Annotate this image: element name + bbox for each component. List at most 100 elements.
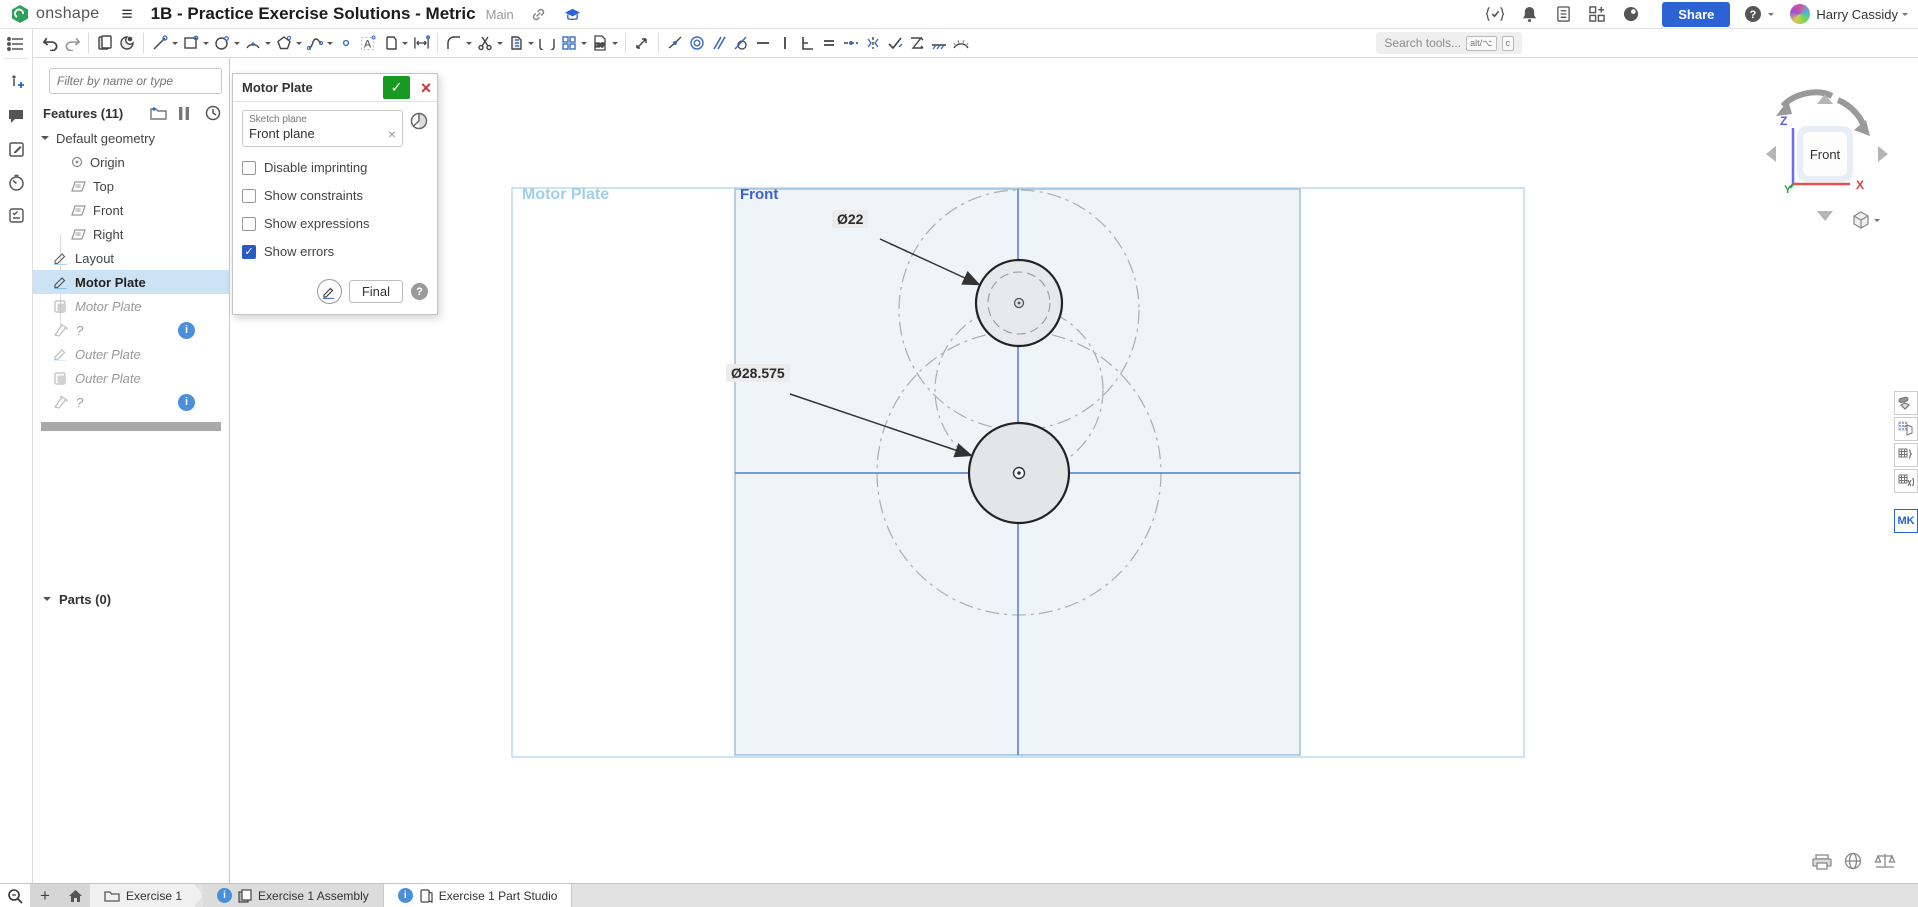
copy-link-icon[interactable] [528, 3, 550, 25]
dimension-22[interactable]: Ø22 [832, 210, 868, 228]
isometric-view-button[interactable] [1851, 210, 1880, 230]
graphics-area[interactable]: Motor Plate Front Ø22 Ø28.575 Front [230, 58, 1918, 883]
release-notes-icon[interactable] [1552, 3, 1574, 25]
constraint-parallel[interactable] [708, 31, 730, 55]
constraint-fix[interactable] [928, 31, 950, 55]
history-timer-icon[interactable] [4, 170, 28, 194]
mk-tool-icon[interactable]: MK [1894, 509, 1918, 533]
tree-item-top-plane[interactable]: Top [33, 174, 229, 198]
selection-filter-icon[interactable] [410, 112, 428, 135]
comments-icon[interactable] [4, 104, 28, 128]
checkbox-show-expressions[interactable]: Show expressions [242, 216, 428, 231]
learning-center-icon[interactable] [562, 3, 584, 25]
spline-tool[interactable] [304, 31, 326, 55]
main-menu-icon[interactable]: ≡ [122, 5, 133, 24]
fillet-tool-caret[interactable] [466, 42, 472, 48]
checkbox-icon[interactable] [242, 189, 256, 203]
constraint-horizontal[interactable] [752, 31, 774, 55]
sketch-mode-button[interactable] [317, 279, 342, 304]
tree-item-origin[interactable]: Origin [33, 150, 229, 174]
fillet-tool[interactable] [443, 31, 465, 55]
create-folder-icon[interactable] [150, 106, 167, 120]
constraint-curvature[interactable] [950, 31, 972, 55]
dimension-28575[interactable]: Ø28.575 [726, 364, 790, 382]
tree-group-default-geometry[interactable]: Default geometry [33, 126, 229, 150]
rotate-down-arrow[interactable] [1817, 211, 1833, 229]
polygon-tool[interactable] [273, 31, 295, 55]
tree-item-outer-plate-sketch[interactable]: Outer Plate [33, 342, 229, 366]
grid-cube-braces-tool-icon[interactable] [1894, 443, 1918, 467]
trim-tool-caret[interactable] [497, 42, 503, 48]
final-button[interactable]: Final [349, 280, 403, 303]
rotate-left-step-arrow[interactable] [1758, 146, 1776, 162]
constraint-perpendicular[interactable] [796, 31, 818, 55]
cancel-x-button[interactable]: × [415, 76, 437, 99]
rotate-up-arrow[interactable] [1817, 86, 1833, 104]
undo-button[interactable] [39, 31, 61, 55]
tree-item-layout-sketch[interactable]: Layout [33, 246, 229, 270]
rectangle-tool-caret[interactable] [203, 42, 209, 48]
spline-tool-caret[interactable] [327, 42, 333, 48]
point-tool[interactable] [335, 31, 357, 55]
constraint-equal[interactable] [818, 31, 840, 55]
help-icon[interactable]: ? [1744, 5, 1762, 23]
home-tab-icon[interactable] [60, 884, 90, 907]
globe-tool-icon[interactable] [1844, 852, 1862, 875]
offset-tool[interactable] [505, 31, 527, 55]
import-dxf-tool[interactable]: DXF [589, 31, 611, 55]
sketch-region-label[interactable]: Motor Plate [522, 186, 609, 204]
checkbox-icon[interactable]: ✓ [242, 245, 256, 259]
rotate-right-arrow[interactable] [1838, 100, 1864, 128]
tree-item-motor-plate-extrude[interactable]: Motor Plate [33, 294, 229, 318]
search-tabs-icon[interactable] [0, 884, 30, 907]
confirm-checkmark-button[interactable]: ✓ [383, 76, 410, 99]
checkbox-show-errors[interactable]: ✓ Show errors [242, 244, 428, 259]
constraint-pierce[interactable] [884, 31, 906, 55]
tree-item-unknown-feature-2[interactable]: ? i [33, 390, 229, 414]
constraint-coincident[interactable] [664, 31, 686, 55]
print-tool-icon[interactable] [1812, 854, 1832, 875]
use-project-tool[interactable] [94, 31, 116, 55]
dialog-help-icon[interactable]: ? [411, 283, 428, 300]
constraint-vertical[interactable] [774, 31, 796, 55]
transform-tool[interactable] [631, 31, 653, 55]
user-avatar[interactable] [1790, 4, 1810, 24]
mass-properties-scale-icon[interactable] [1874, 852, 1896, 875]
update-info-badge[interactable]: i [178, 322, 195, 339]
add-tab-button[interactable]: + [30, 884, 60, 907]
tab-exercise-1-assembly[interactable]: i Exercise 1 Assembly [203, 884, 384, 907]
checkbox-show-constraints[interactable]: Show constraints [242, 188, 428, 203]
parts-header[interactable]: Parts (0) [33, 586, 119, 613]
constraint-concentric[interactable] [686, 31, 708, 55]
user-name[interactable]: Harry Cassidy [1816, 7, 1898, 22]
document-outline-icon[interactable] [4, 35, 28, 59]
grid-cube-tool-icon[interactable] [1894, 417, 1918, 441]
insert-item-icon[interactable] [4, 71, 28, 95]
tree-item-unknown-feature-1[interactable]: ? i [33, 318, 229, 342]
featurescript-icon[interactable] [1484, 3, 1506, 25]
text-tool[interactable]: A [357, 31, 379, 55]
tree-item-front-plane[interactable]: Front [33, 198, 229, 222]
tree-item-right-plane[interactable]: Right [33, 222, 229, 246]
offset-tool-caret[interactable] [528, 42, 534, 48]
constraint-symmetric[interactable] [862, 31, 884, 55]
checkbox-disable-imprinting[interactable]: Disable imprinting [242, 160, 428, 175]
pattern-tool-caret[interactable] [581, 42, 587, 48]
line-tool-caret[interactable] [172, 42, 178, 48]
regeneration-clock-icon[interactable] [205, 105, 221, 121]
checkbox-icon[interactable] [242, 161, 256, 175]
constraint-pattern-sync[interactable] [906, 31, 928, 55]
checkbox-icon[interactable] [242, 217, 256, 231]
notifications-bell-icon[interactable] [1518, 3, 1540, 25]
arc-tool[interactable] [242, 31, 264, 55]
mirror-tool-caret[interactable] [402, 42, 408, 48]
tree-item-outer-plate-extrude[interactable]: Outer Plate [33, 366, 229, 390]
feature-filter-input[interactable] [49, 68, 222, 94]
line-tool[interactable] [149, 31, 171, 55]
tab-exercise-1[interactable]: Exercise 1 [90, 884, 203, 907]
grid-fx-tool-icon[interactable] [1894, 469, 1918, 493]
circle-tool-caret[interactable] [234, 42, 240, 48]
dimension-tool[interactable] [410, 31, 432, 55]
ai-advisor-icon[interactable] [1620, 3, 1642, 25]
app-store-icon[interactable] [1586, 3, 1608, 25]
